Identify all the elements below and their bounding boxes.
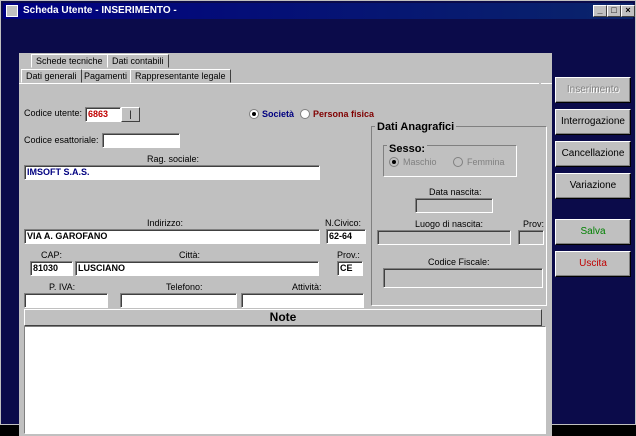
close-button[interactable]: ×	[621, 5, 635, 17]
inserimento-button[interactable]: Inserimento	[555, 77, 631, 103]
window-title: Scheda Utente - INSERIMENTO -	[23, 5, 177, 16]
app-window: Scheda Utente - INSERIMENTO - _ □ × Sche…	[0, 0, 636, 436]
dati-anagrafici-title: Dati Anagrafici	[375, 121, 457, 133]
attivita-field[interactable]	[241, 293, 364, 308]
app-icon	[6, 5, 18, 17]
femmina-radio[interactable]	[453, 157, 463, 167]
citta-label: Città:	[179, 250, 201, 260]
codice-utente-label: Codice utente:	[24, 108, 83, 118]
title-bar: Scheda Utente - INSERIMENTO - _ □ ×	[3, 3, 635, 19]
cap-field[interactable]: 81030	[30, 261, 73, 276]
maximize-button[interactable]: □	[607, 5, 621, 17]
data-nascita-field[interactable]	[415, 198, 493, 213]
tab-pagamenti[interactable]: Pagamenti	[79, 69, 133, 83]
tab-divider	[19, 83, 552, 84]
codice-utente-field[interactable]: 6863	[85, 107, 121, 122]
indirizzo-field[interactable]: VIA A. GAROFANO	[24, 229, 320, 244]
tab-dati-contabili[interactable]: Dati contabili	[107, 54, 169, 68]
persona-fisica-radio[interactable]	[300, 109, 310, 119]
rag-sociale-label: Rag. sociale:	[147, 154, 200, 164]
variazione-button[interactable]: Variazione	[555, 173, 631, 199]
codice-fiscale-label: Codice Fiscale:	[428, 257, 490, 267]
codice-fiscale-field[interactable]	[383, 268, 543, 288]
maschio-label: Maschio	[403, 157, 437, 167]
maschio-radio[interactable]	[389, 157, 399, 167]
telefono-field[interactable]	[120, 293, 237, 308]
luogo-nascita-field[interactable]	[377, 230, 511, 245]
indirizzo-label: Indirizzo:	[147, 218, 184, 228]
codice-utente-lookup-button[interactable]: |	[121, 107, 140, 122]
note-textarea[interactable]	[24, 326, 546, 434]
minimize-button[interactable]: _	[593, 5, 607, 17]
piva-field[interactable]	[24, 293, 108, 308]
prov-field[interactable]: CE	[337, 261, 363, 276]
ncivico-field[interactable]: 62-64	[326, 229, 366, 244]
interrogazione-button[interactable]: Interrogazione	[555, 109, 631, 135]
data-nascita-label: Data nascita:	[429, 187, 482, 197]
prov-nascita-label: Prov:	[523, 219, 545, 229]
piva-label: P. IVA:	[49, 282, 76, 292]
tab-rappresentante-legale[interactable]: Rappresentante legale	[130, 69, 231, 83]
citta-field[interactable]: LUSCIANO	[75, 261, 319, 276]
sesso-label: Sesso:	[387, 143, 428, 155]
tab-dati-generali[interactable]: Dati generali	[21, 69, 82, 83]
salva-button[interactable]: Salva	[555, 219, 631, 245]
form-panel: Schede tecniche Dati contabili Dati gene…	[19, 53, 552, 436]
persona-fisica-label: Persona fisica	[313, 109, 375, 119]
rag-sociale-field[interactable]: IMSOFT S.A.S.	[24, 165, 320, 180]
societa-radio[interactable]	[249, 109, 259, 119]
cancellazione-button[interactable]: Cancellazione	[555, 141, 631, 167]
client-area: Schede tecniche Dati contabili Dati gene…	[3, 19, 635, 436]
uscita-button[interactable]: Uscita	[555, 251, 631, 277]
tab-schede-tecniche[interactable]: Schede tecniche	[31, 54, 108, 68]
femmina-label: Femmina	[467, 157, 505, 167]
cap-label: CAP:	[41, 250, 63, 260]
codice-esattoriale-label: Codice esattoriale:	[24, 135, 99, 145]
codice-esattoriale-field[interactable]	[102, 133, 180, 148]
ncivico-label: N.Civico:	[325, 218, 362, 228]
attivita-label: Attività:	[292, 282, 322, 292]
telefono-label: Telefono:	[166, 282, 203, 292]
luogo-nascita-label: Luogo di nascita:	[415, 219, 484, 229]
prov-label: Prov.:	[337, 250, 360, 260]
prov-nascita-field[interactable]	[518, 230, 544, 245]
societa-label: Società	[262, 109, 295, 119]
note-header: Note	[24, 309, 542, 326]
separator	[539, 81, 541, 99]
